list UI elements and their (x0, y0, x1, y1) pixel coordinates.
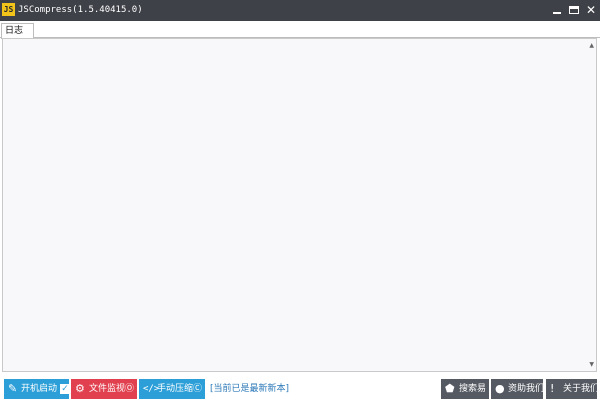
minimize-button[interactable] (549, 2, 565, 18)
maximize-button[interactable] (566, 2, 582, 18)
tab-log-label: 日志 (5, 26, 24, 36)
about-label: 关于我们 (563, 384, 600, 394)
version-status: [当前已是最新新本] (210, 384, 290, 394)
pin-icon: ✎ (8, 382, 18, 395)
manual-compress-label: 手动压缩Ⓒ (157, 384, 203, 394)
search-easy-button[interactable]: ⬟ 搜索易 (441, 379, 489, 399)
scroll-down-icon[interactable]: ▼ (589, 361, 594, 368)
info-icon: ! (550, 382, 555, 395)
drop-icon: ● (495, 382, 505, 395)
scroll-up-icon[interactable]: ▲ (589, 42, 594, 49)
gear-icon: ⚙ (75, 382, 85, 395)
startup-checkbox[interactable]: ✓ (60, 384, 70, 394)
title-bar: JS JSCompress(1.5.40415.0) ✕ (0, 0, 600, 21)
donate-button[interactable]: ● 资助我们 (491, 379, 545, 399)
window-title: JSCompress(1.5.40415.0) (18, 5, 143, 15)
app-logo-icon: JS (2, 3, 15, 16)
search-easy-label: 搜索易 (459, 384, 487, 394)
file-monitor-button[interactable]: ⚙ 文件监视Ⓞ (71, 379, 137, 399)
startup-label: 开机启动 (21, 384, 58, 394)
tag-icon: ⬟ (445, 382, 455, 395)
donate-label: 资助我们 (508, 384, 545, 394)
tab-log[interactable]: 日志 (1, 23, 34, 39)
bottom-toolbar: ✎ 开机启动 ✓ ⚙ 文件监视Ⓞ </> 手动压缩Ⓒ [当前已是最新新本] ⬟ … (0, 374, 600, 404)
manual-compress-button[interactable]: </> 手动压缩Ⓒ (139, 379, 205, 399)
minimize-icon (553, 12, 561, 14)
about-button[interactable]: ! 关于我们 (546, 379, 600, 399)
log-panel[interactable]: ▲ ▼ (2, 38, 597, 372)
maximize-icon (569, 6, 579, 14)
file-monitor-label: 文件监视Ⓞ (89, 384, 135, 394)
close-icon: ✕ (585, 3, 597, 17)
startup-button[interactable]: ✎ 开机启动 ✓ (4, 379, 70, 399)
tab-strip: 日志 (0, 21, 600, 39)
close-button[interactable]: ✕ (583, 2, 599, 18)
